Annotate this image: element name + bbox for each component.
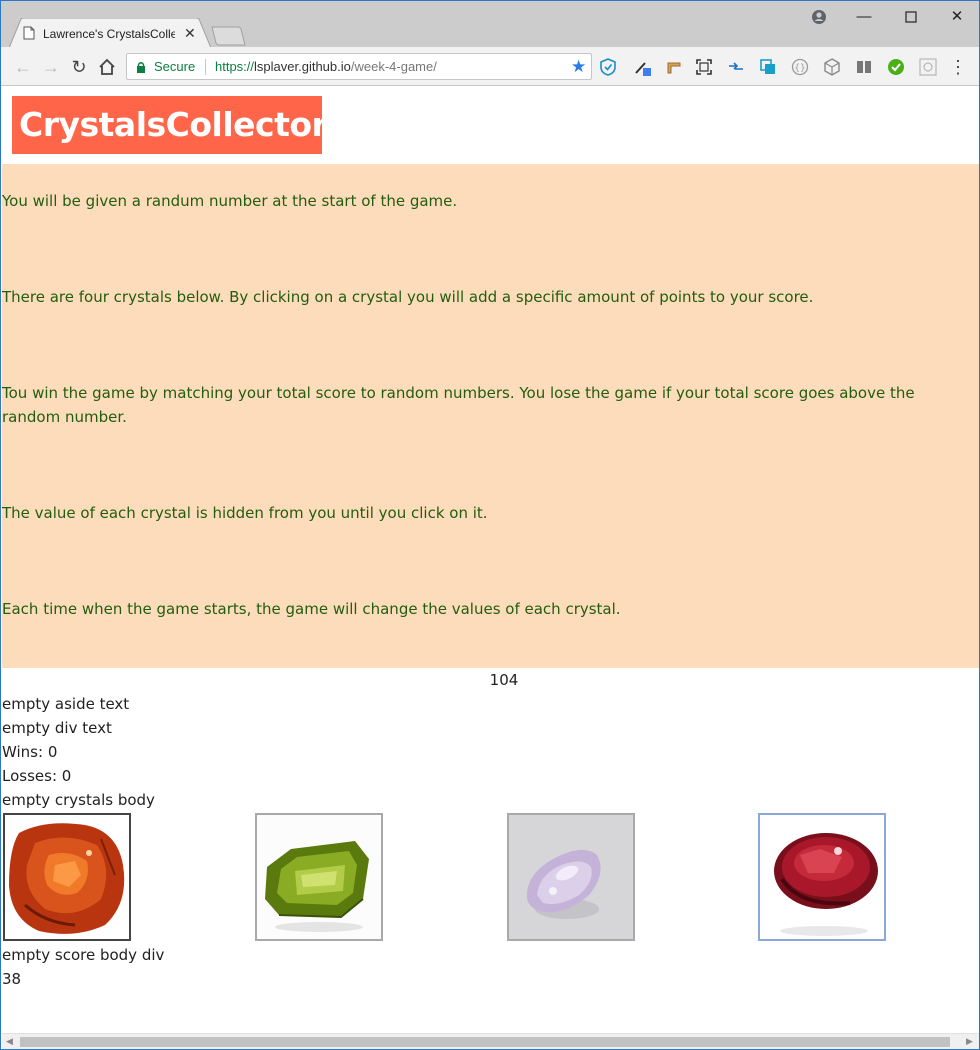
reload-icon[interactable]: ↻	[68, 56, 90, 78]
close-tab-icon[interactable]: ✕	[184, 25, 196, 42]
book-extension-icon[interactable]	[855, 58, 873, 76]
code-extension-icon[interactable]: {}	[791, 58, 809, 76]
scroll-left-arrow-icon[interactable]: ◀	[6, 1036, 13, 1047]
address-bar[interactable]: Secure https://lsplaver.github.io/week-4…	[126, 53, 592, 80]
orange-crystal-image	[5, 815, 129, 939]
scroll-right-arrow-icon[interactable]: ▶	[966, 1036, 973, 1047]
div-text: empty div text	[2, 719, 112, 737]
page-content: CrystalsCollector! You will be given a r…	[2, 87, 979, 1033]
eyedropper-extension-icon[interactable]	[633, 58, 651, 76]
profile-icon[interactable]	[809, 7, 829, 27]
page-icon	[23, 26, 35, 40]
menu-dots-icon[interactable]: ⋮	[947, 56, 969, 78]
maximize-icon[interactable]	[901, 7, 921, 27]
shield-extension-icon[interactable]	[599, 58, 617, 76]
crystals-body-text: empty crystals body	[2, 791, 155, 809]
grid-extension-icon[interactable]	[919, 58, 937, 76]
instructions-panel: You will be given a randum number at the…	[2, 164, 979, 668]
cube-extension-icon[interactable]	[823, 58, 841, 76]
screenshot-extension-icon[interactable]	[695, 58, 713, 76]
instruction-line: Tou win the game by matching your total …	[2, 384, 915, 426]
instruction-line: You will be given a randum number at the…	[2, 192, 458, 210]
url-host: lsplaver.github.io	[254, 59, 351, 74]
green-crystal-image	[257, 815, 381, 939]
instruction-line: The value of each crystal is hidden from…	[2, 504, 488, 522]
lavender-crystal-image	[509, 815, 633, 939]
crystal-red[interactable]	[758, 813, 886, 941]
aside-text: empty aside text	[2, 695, 130, 713]
copy-extension-icon[interactable]	[759, 58, 777, 76]
title-bar: Lawrence's CrystalsCollec ✕ — ✕	[1, 1, 979, 48]
browser-window: Lawrence's CrystalsCollec ✕ — ✕ ← → ↻ Se	[0, 0, 980, 1050]
scrollbar-thumb[interactable]	[20, 1037, 950, 1047]
home-icon[interactable]	[96, 56, 118, 78]
arrows-extension-icon[interactable]	[727, 58, 745, 76]
address-separator	[205, 59, 206, 75]
browser-toolbar: ← → ↻ Secure https://lsplaver.github.io/…	[1, 47, 979, 86]
random-number: 104	[489, 671, 519, 689]
close-window-icon[interactable]: ✕	[947, 7, 967, 27]
wins-count: Wins: 0	[2, 743, 58, 761]
url-scheme: https://	[215, 59, 255, 74]
bookmark-star-icon[interactable]: ★	[571, 57, 586, 77]
svg-text:{}: {}	[794, 64, 805, 74]
tab-title: Lawrence's CrystalsCollec	[43, 27, 175, 41]
instruction-line: There are four crystals below. By clicki…	[2, 288, 814, 306]
instruction-line: Each time when the game starts, the game…	[2, 600, 621, 618]
new-tab-button[interactable]	[210, 26, 246, 46]
url-path: /week-4-game/	[350, 59, 437, 74]
crystal-green[interactable]	[255, 813, 383, 941]
minimize-icon[interactable]: —	[854, 7, 874, 27]
back-arrow-icon[interactable]: ←	[12, 56, 34, 78]
score-body-text: empty score body div	[2, 946, 165, 964]
ruler-extension-icon[interactable]	[665, 58, 683, 76]
losses-count: Losses: 0	[2, 767, 72, 785]
crystal-lavender[interactable]	[507, 813, 635, 941]
lock-icon	[137, 62, 145, 73]
url-text[interactable]: https://lsplaver.github.io/week-4-game/	[215, 59, 437, 74]
forward-arrow-icon[interactable]: →	[40, 56, 62, 78]
page-title: CrystalsCollector!	[12, 96, 342, 154]
red-crystal-image	[760, 815, 884, 939]
horizontal-scrollbar[interactable]: ◀ ▶	[2, 1033, 979, 1049]
crystal-orange[interactable]	[3, 813, 131, 941]
total-score: 38	[2, 970, 22, 988]
secure-label: Secure	[154, 59, 196, 74]
check-extension-icon[interactable]	[887, 58, 905, 76]
